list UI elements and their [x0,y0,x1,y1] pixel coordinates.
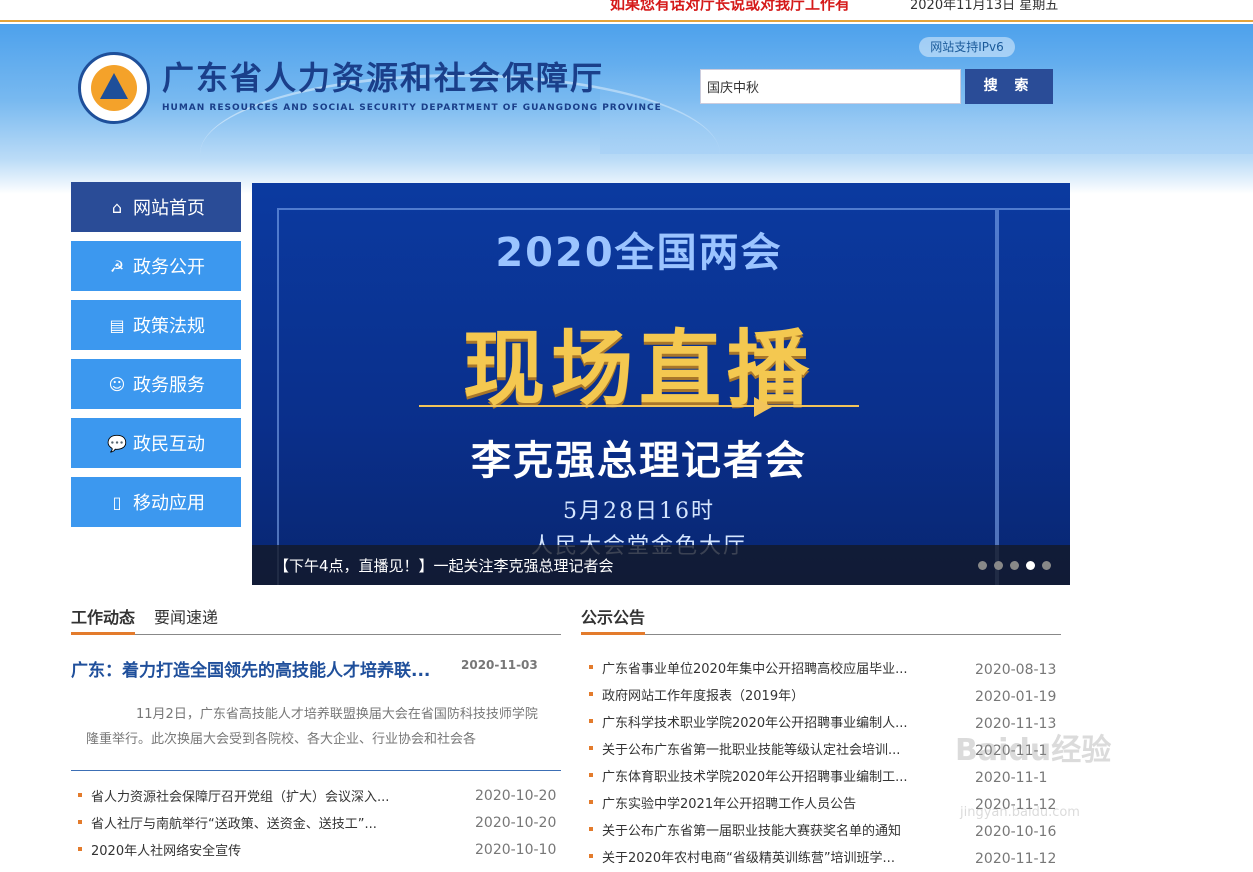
phone-icon: ▯ [112,492,122,512]
bullet-icon [589,800,593,804]
watermark-text: Baidu经验 [955,733,1112,768]
nav-label: 政策法规 [133,316,205,337]
list-item[interactable]: 政府网站工作年度报表（2019年） 2020-01-19 [589,683,1061,710]
news-date: 2020-10-20 [475,788,557,804]
divider [71,770,561,771]
person-icon: ☺ [108,374,126,394]
nav-label: 政务公开 [133,257,205,278]
top-bar: 如果您有话对厅长说或对我厅工作有 2020年11月13日 星期五 [0,0,1253,22]
list-item[interactable]: 省人社厅与南航举行“送政策、送资金、送技工”... 2020-10-20 [78,811,561,838]
notice-title[interactable]: 关于公布广东省第一届职业技能大赛获奖名单的通知 [602,820,901,839]
slider-dot[interactable] [994,561,1003,570]
bullet-icon [589,665,593,669]
bullet-icon [589,827,593,831]
list-item[interactable]: 广东省事业单位2020年集中公开招聘高校应届毕业... 2020-08-13 [589,656,1061,683]
slide-caption-bar: 【下午4点，直播见！】一起关注李克强总理记者会 [252,545,1070,585]
play-arrow-icon [754,397,772,417]
list-item[interactable]: 2020年人社网络安全宣传 2020-10-10 [78,838,561,865]
work-news-list: 省人力资源社会保障厅召开党组（扩大）会议深入... 2020-10-20 省人社厅… [78,784,561,865]
slider-dot[interactable] [1042,561,1051,570]
book-icon: ▤ [109,315,125,335]
notice-title[interactable]: 广东省事业单位2020年集中公开招聘高校应届毕业... [602,658,907,677]
tab-headlines[interactable]: 要闻速递 [154,604,218,628]
news-title[interactable]: 省人力资源社会保障厅召开党组（扩大）会议深入... [91,786,389,805]
bullet-icon [78,847,82,851]
notice-date: 2020-11-12 [975,851,1057,867]
notice-title[interactable]: 广东科学技术职业学院2020年公开招聘事业编制人... [602,712,907,731]
news-title[interactable]: 省人社厅与南航举行“送政策、送资金、送技工”... [91,813,377,832]
work-tabs: 工作动态 要闻速递 [71,604,561,635]
nav-item-interaction[interactable]: 💬 政民互动 [71,418,241,468]
notice-date: 2020-08-13 [975,662,1057,678]
chat-icon: 💬 [107,433,127,453]
notice-title[interactable]: 广东体育职业技术学院2020年公开招聘事业编制工... [602,766,907,785]
ipv6-badge: 网站支持IPv6 [919,37,1015,57]
home-icon: ⌂ [111,197,123,217]
list-item[interactable]: 关于2020年农村电商“省级精英训练营”培训班学... 2020-11-12 [589,845,1061,872]
notice-date: 2020-01-19 [975,689,1057,705]
notice-tabs: 公示公告 [581,604,1061,635]
news-date: 2020-10-10 [475,842,557,858]
slide-frame: 2020全国两会 现场直播 李克强总理记者会 5月28日16时 人民大会堂金色大… [277,208,997,585]
baidu-watermark: Baidu经验 jingyan.baidu.com [955,725,1185,835]
department-emblem-logo[interactable] [78,52,150,124]
bullet-icon [78,793,82,797]
search-input[interactable] [700,69,961,104]
tab-announcements[interactable]: 公示公告 [581,604,646,635]
news-title[interactable]: 2020年人社网络安全宣传 [91,840,241,859]
nav-item-home[interactable]: ⌂ 网站首页 [71,182,241,232]
tab-work-news[interactable]: 工作动态 [71,604,136,635]
site-subtitle: HUMAN RESOURCES AND SOCIAL SECURITY DEPA… [162,103,662,113]
slide-frame-edge [997,208,1070,585]
nav-item-services[interactable]: ☺ 政务服务 [71,359,241,409]
nav-item-gov-affairs[interactable]: ☭ 政务公开 [71,241,241,291]
news-date: 2020-10-20 [475,815,557,831]
main-nav: ⌂ 网站首页 ☭ 政务公开 ▤ 政策法规 ☺ 政务服务 💬 政民互动 ▯ 移动应… [71,182,241,536]
slider-dot[interactable] [978,561,987,570]
notice-title[interactable]: 关于公布广东省第一批职业技能等级认定社会培训... [602,739,900,758]
list-item[interactable]: 省人力资源社会保障厅召开党组（扩大）会议深入... 2020-10-20 [78,784,561,811]
emblem-icon: ☭ [109,256,125,276]
slide-time: 5月28日16时 [563,499,715,524]
headline-date: 2020-11-03 [461,658,538,672]
bullet-icon [78,820,82,824]
bullet-icon [589,692,593,696]
bullet-icon [589,746,593,750]
feedback-notice-link[interactable]: 如果您有话对厅长说或对我厅工作有 [610,0,850,14]
emblem-icon [91,65,137,111]
slide-year-title: 2020全国两会 [495,230,783,276]
bullet-icon [589,773,593,777]
nav-item-policy[interactable]: ▤ 政策法规 [71,300,241,350]
slider-dot[interactable] [1010,561,1019,570]
bullet-icon [589,719,593,723]
notice-title[interactable]: 广东实验中学2021年公开招聘工作人员公告 [602,793,856,812]
current-date: 2020年11月13日 星期五 [910,0,1059,13]
nav-label: 政务服务 [133,375,205,396]
notice-title[interactable]: 关于2020年农村电商“省级精英训练营”培训班学... [602,847,895,866]
headline-link[interactable]: 广东：着力打造全国领先的高技能人才培养联... [71,656,430,681]
nav-item-mobile[interactable]: ▯ 移动应用 [71,477,241,527]
nav-label: 网站首页 [133,198,205,219]
news-slider[interactable]: 2020全国两会 现场直播 李克强总理记者会 5月28日16时 人民大会堂金色大… [252,183,1070,585]
slide-subtitle: 李克强总理记者会 [471,438,807,484]
slider-dot-active[interactable] [1026,561,1035,570]
watermark-url: jingyan.baidu.com [960,805,1080,820]
nav-label: 政民互动 [133,434,205,455]
site-title[interactable]: 广东省人力资源和社会保障厅 [162,53,604,99]
nav-label: 移动应用 [133,493,205,514]
notice-title[interactable]: 政府网站工作年度报表（2019年） [602,685,804,704]
search-button[interactable]: 搜 索 [965,69,1053,104]
bullet-icon [589,854,593,858]
slide-caption-link[interactable]: 【下午4点，直播见！】一起关注李克强总理记者会 [274,555,614,576]
headline-summary: 11月2日，广东省高技能人才培养联盟换届大会在省国防科技技师学院隆重举行。此次换… [86,707,538,747]
slide-main-title: 现场直播 [462,322,815,417]
slide-divider [419,405,859,407]
